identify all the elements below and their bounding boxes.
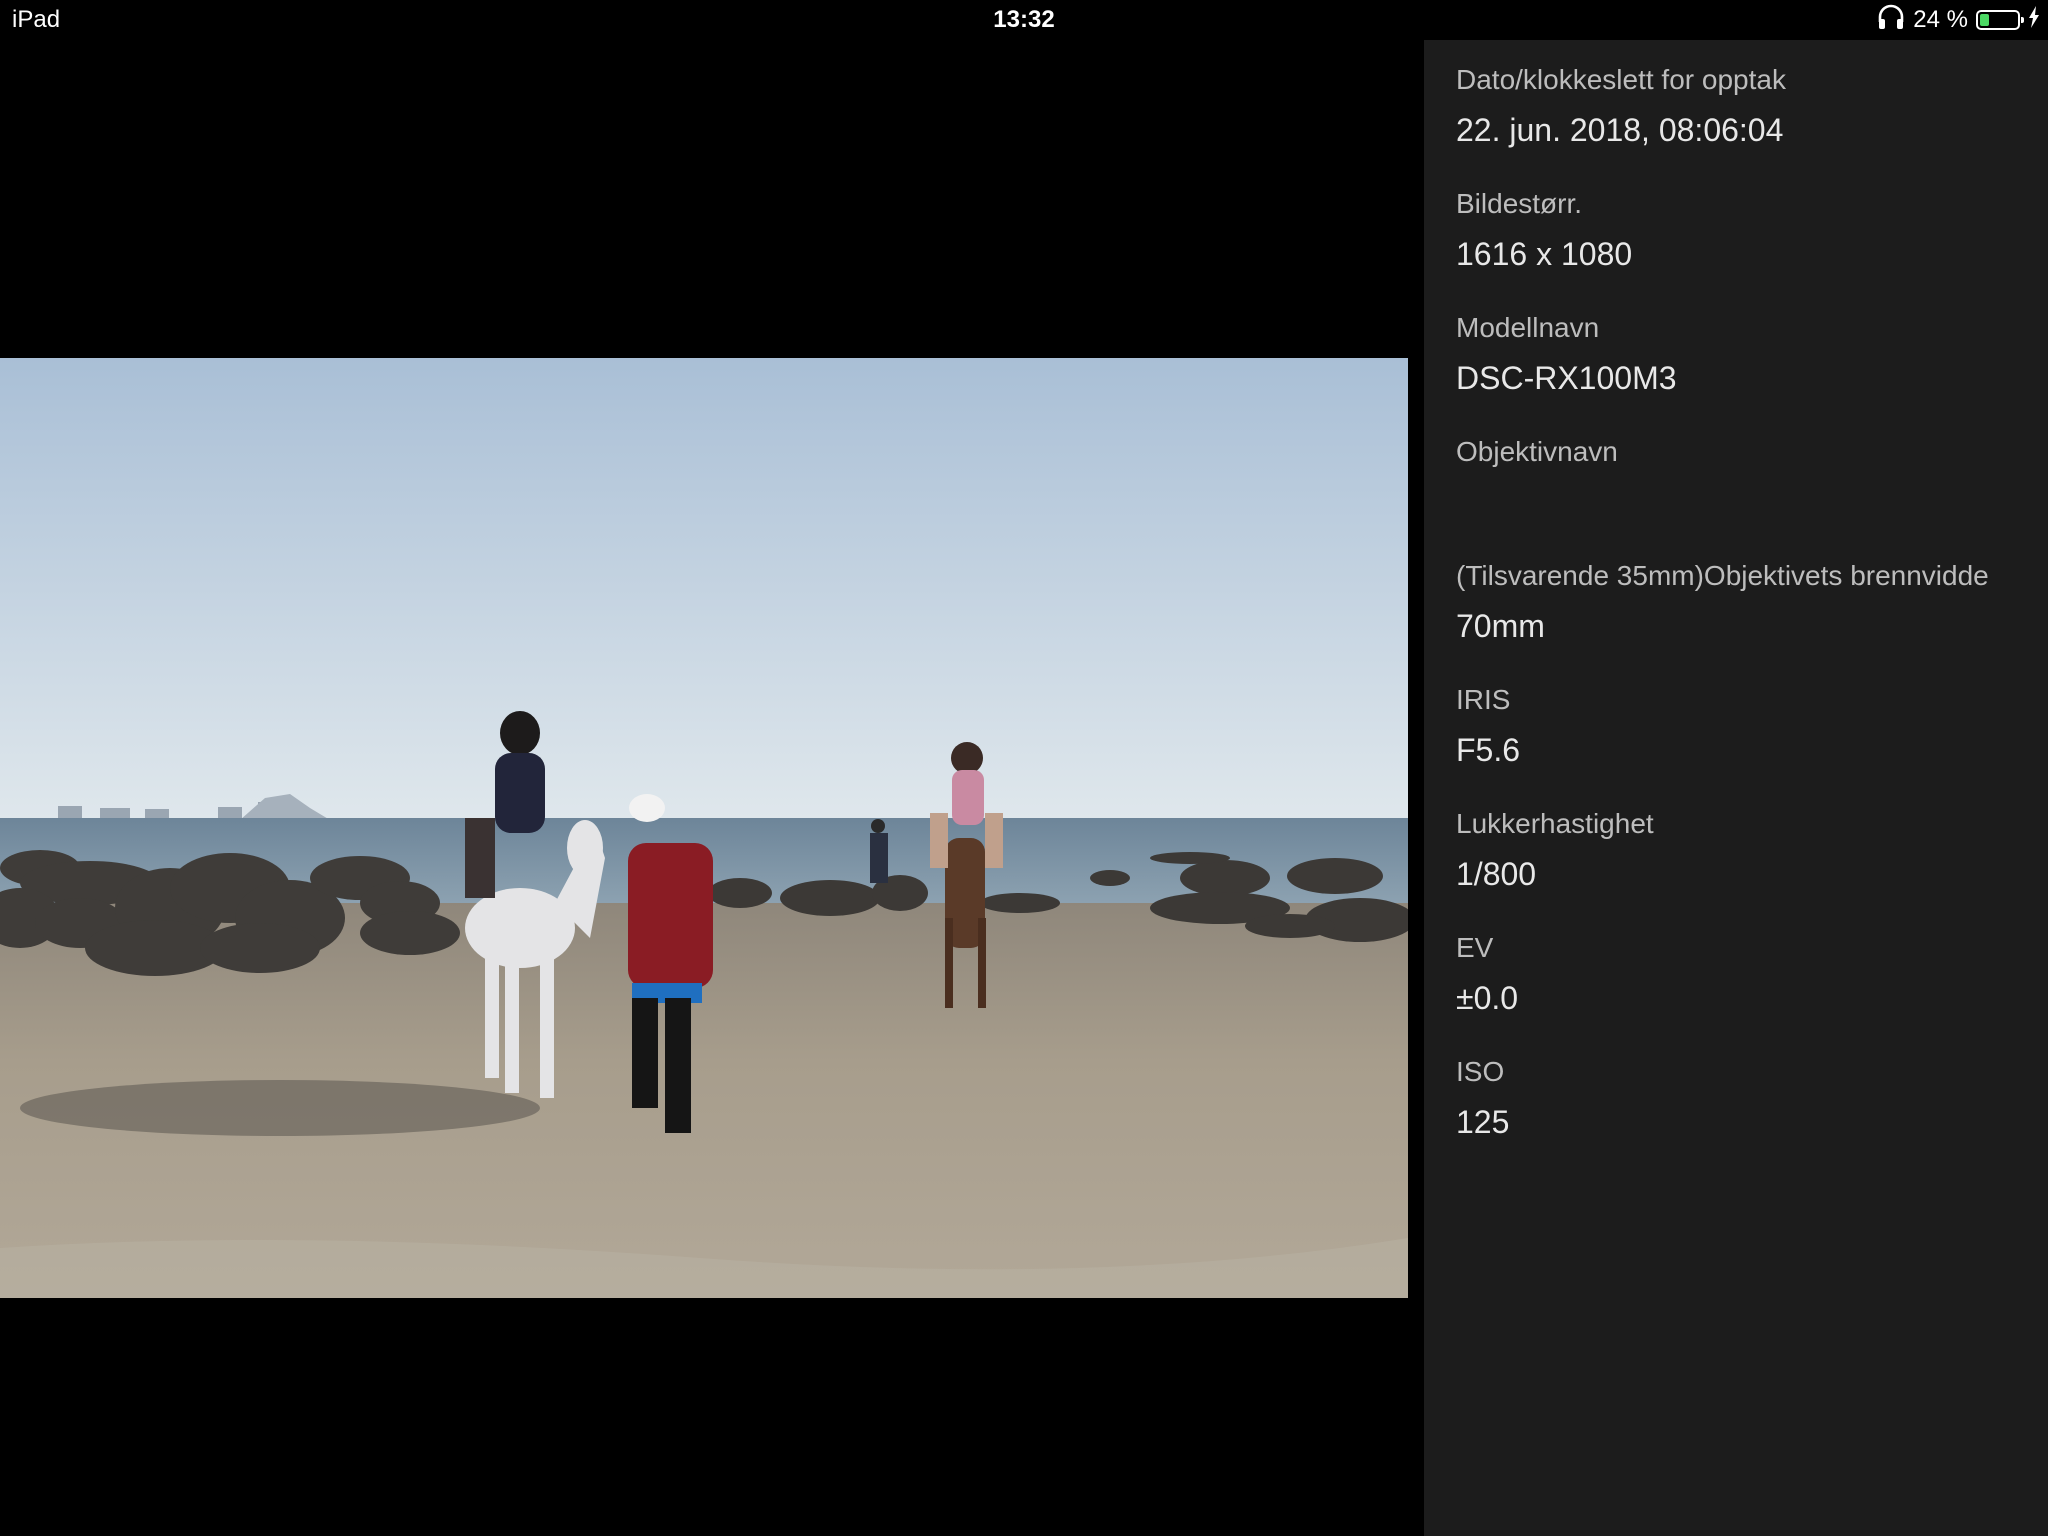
info-value: 1/800 bbox=[1456, 856, 1537, 892]
charging-bolt-icon bbox=[2028, 5, 2040, 35]
photo-info-panel: Dato/klokkeslett for opptak 22. jun. 201… bbox=[1424, 40, 2048, 1536]
info-value: ±0.0 bbox=[1456, 980, 1519, 1016]
clock: 13:32 bbox=[993, 6, 1055, 33]
info-label: Bildestørr. bbox=[1456, 188, 1583, 219]
info-label: Objektivnavn bbox=[1456, 436, 1618, 467]
status-indicators: 24 % bbox=[1877, 4, 2040, 36]
info-label: ISO bbox=[1456, 1056, 1505, 1087]
info-label: Lukkerhastighet bbox=[1456, 808, 1654, 839]
info-image-size: Bildestørr. 1616 x 1080 bbox=[1456, 184, 2048, 308]
battery-percentage: 24 % bbox=[1913, 6, 1968, 33]
beach-photo[interactable] bbox=[0, 358, 1408, 1298]
info-label: EV bbox=[1456, 932, 1494, 963]
battery-level bbox=[1980, 14, 1989, 26]
info-value: 1616 x 1080 bbox=[1456, 236, 1633, 272]
info-value: DSC-RX100M3 bbox=[1456, 360, 1677, 396]
info-label: IRIS bbox=[1456, 684, 1511, 715]
info-model-name: Modellnavn DSC-RX100M3 bbox=[1456, 308, 2048, 432]
info-shutter-speed: Lukkerhastighet 1/800 bbox=[1456, 804, 2048, 928]
info-focal-length: (Tilsvarende 35mm)Objektivets brennvidde… bbox=[1456, 556, 2048, 680]
info-label: Dato/klokkeslett for opptak bbox=[1456, 64, 1786, 95]
battery-icon bbox=[1976, 10, 2024, 30]
info-iso: ISO 125 bbox=[1456, 1052, 2048, 1176]
info-exposure-value: EV ±0.0 bbox=[1456, 928, 2048, 1052]
info-date-time: Dato/klokkeslett for opptak 22. jun. 201… bbox=[1456, 60, 2048, 184]
info-value: 125 bbox=[1456, 1104, 1510, 1140]
status-bar: iPad 13:32 24 % bbox=[0, 0, 2048, 40]
headphones-icon bbox=[1877, 4, 1905, 37]
info-label: (Tilsvarende 35mm)Objektivets brennvidde bbox=[1456, 560, 1989, 591]
photo-image bbox=[0, 358, 1408, 1298]
info-value: F5.6 bbox=[1456, 732, 1521, 768]
info-value bbox=[1456, 480, 2048, 524]
info-value: 70mm bbox=[1456, 608, 1545, 644]
info-label: Modellnavn bbox=[1456, 312, 1600, 343]
info-aperture: IRIS F5.6 bbox=[1456, 680, 2048, 804]
photo-viewer[interactable] bbox=[0, 40, 1424, 1536]
info-value: 22. jun. 2018, 08:06:04 bbox=[1456, 112, 1784, 148]
info-lens-name: Objektivnavn bbox=[1456, 432, 2048, 556]
